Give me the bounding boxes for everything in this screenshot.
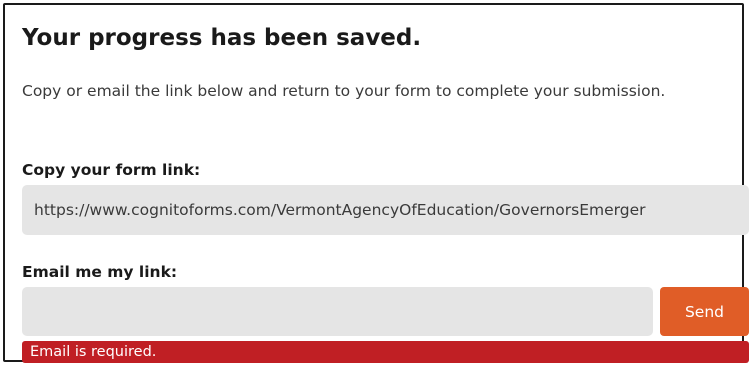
send-button[interactable]: Send bbox=[660, 287, 749, 336]
email-link-label: Email me my link: bbox=[22, 263, 178, 281]
copy-link-label: Copy your form link: bbox=[22, 161, 201, 179]
save-progress-dialog: Your progress has been saved. Copy or em… bbox=[3, 3, 749, 363]
form-link-field[interactable]: https://www.cognitoforms.com/VermontAgen… bbox=[22, 185, 749, 235]
dialog-message: Copy or email the link below and return … bbox=[22, 82, 666, 100]
dialog-title: Your progress has been saved. bbox=[22, 25, 422, 51]
email-error-message: Email is required. bbox=[22, 341, 749, 363]
email-input[interactable] bbox=[22, 287, 653, 336]
